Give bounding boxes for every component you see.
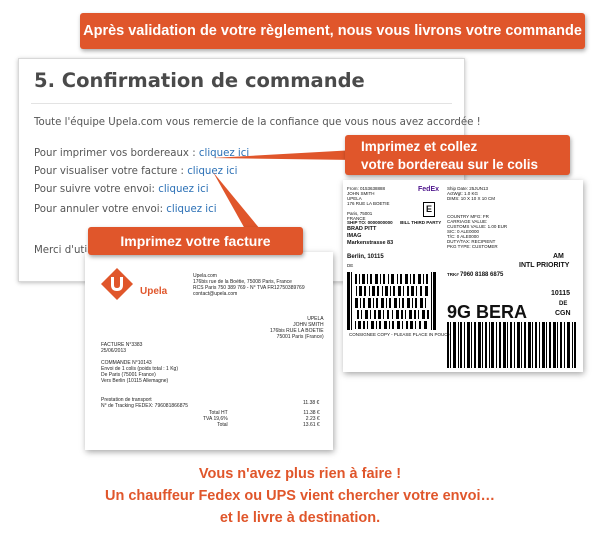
label-details: Ship Date: 25JUN13 ActWgt: 1.0 KG DIMS: … [447, 186, 496, 201]
footer-line-1: Vous n'avez plus rien à faire ! [198, 466, 402, 482]
invoice-preview: Upela Upela.com 176bis rue de la Boétie,… [85, 252, 333, 450]
upela-logo-icon [101, 268, 133, 300]
invoice-recipient: UPELA JOHN SMITH 176bis RUE LA BOETIE 75… [270, 316, 324, 340]
label-callout-pointer [212, 150, 355, 160]
label-tracking-number: TRK# 7960 8188 6875 [447, 272, 504, 278]
label-ship-to: BRAD PITT IMAG Markenstrasse 83 [347, 226, 394, 246]
footer-line-3: et le livre à destination. [219, 510, 381, 526]
label-route-code: 9G BERA [447, 302, 528, 322]
label-dest-country: DE [559, 301, 568, 307]
label-customs: COUNTRY MFG: FR CARRIAGE VALUE: CUSTOMS … [447, 214, 508, 249]
express-e-icon: E [423, 202, 435, 217]
validation-banner: Après validation de votre règlement, nou… [80, 13, 585, 49]
print-label-banner: Imprimez et collez votre bordereau sur l… [345, 135, 570, 175]
print-invoice-banner: Imprimez votre facture [88, 227, 303, 255]
invoice-company: Upela.com 176bis rue de la Boétie, 75008… [193, 273, 305, 297]
invoice-number: FACTURE N°3383 25/06/2013 [101, 342, 143, 354]
print-label-banner-line1: Imprimez et collez [361, 139, 478, 154]
tracking-barcode [447, 322, 576, 368]
shipping-label-preview: From: 0153638888 JOHN SMITH UPELA 176 RU… [343, 180, 583, 372]
label-airport: CGN [555, 310, 571, 317]
fedex-logo: FedEx [418, 186, 440, 193]
label-postal-code: 10115 [551, 290, 571, 297]
invoice-order: COMMANDE N°10143 Envoi de 1 colis (poids… [101, 360, 178, 384]
invoice-service: Prestation de transport N° de Tracking F… [101, 397, 189, 409]
label-country: DE [347, 263, 354, 268]
label-service: INTL PRIORITY [519, 262, 570, 269]
invoice-totals-labels: Total HT TVA 19,6% Total [203, 410, 228, 428]
invoice-callout-pointer [213, 172, 260, 229]
label-city: Berlin, 10115 [347, 254, 384, 260]
footer-line-2: Un chauffeur Fedex ou UPS vient chercher… [105, 488, 495, 504]
label-from: From: 0153638888 JOHN SMITH UPELA 176 RU… [347, 186, 390, 221]
pdf417-barcode [347, 272, 437, 330]
label-service-am: AM [553, 253, 564, 260]
print-label-banner-line2: votre bordereau sur le colis [361, 157, 539, 172]
invoice-totals-values: 11.38 € 2.23 € 13.61 € [303, 410, 320, 428]
label-consignee-copy: CONSIGNEE COPY - PLEASE PLACE IN POUCH [349, 332, 451, 337]
label-ship-to-header: SHIP TO: 0000000000 BILL THIRD PARTY [347, 220, 442, 225]
invoice-brand: Upela [140, 286, 168, 297]
invoice-service-amount: 11.38 € [303, 400, 320, 406]
